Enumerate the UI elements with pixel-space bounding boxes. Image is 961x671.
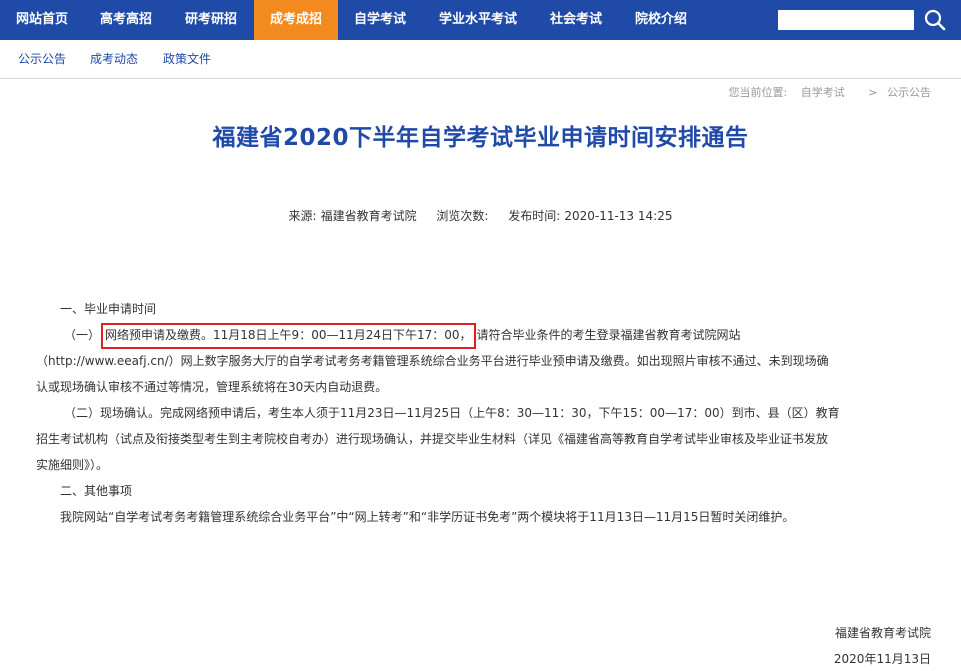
item2-line3: 实施细则》）。: [36, 458, 109, 472]
item1-line2: （http://www.eeafj.cn/）网上数字服务大厅的自学考试考务考籍管…: [36, 354, 829, 368]
published-value: 2020-11-13 14:25: [564, 209, 673, 223]
article-body: 一、毕业申请时间 （一） 网络预申请及缴费。11月18日上午9：00—11月24日…: [36, 296, 932, 530]
published-label: 发布时间:: [508, 209, 561, 223]
source-label: 来源:: [288, 209, 317, 223]
views-label: 浏览次数:: [436, 209, 489, 223]
nav-item-gaokao[interactable]: 高考高招: [84, 0, 168, 40]
search-input[interactable]: [778, 10, 914, 30]
item2-line1: （二）现场确认。完成网络预申请后，考生本人须于11月23日—11月25日（上午8…: [64, 406, 840, 420]
item1-line1: （一） 网络预申请及缴费。11月18日上午9：00—11月24日下午17：00，请…: [36, 322, 932, 349]
item1-rest: 请符合毕业条件的考生登录福建省教育考试院网站: [476, 328, 741, 342]
section1-heading: 一、毕业申请时间: [60, 302, 157, 316]
subnav-item-news[interactable]: 成考动态: [90, 40, 138, 78]
nav-item-shehui[interactable]: 社会考试: [534, 0, 618, 40]
item2-line2: 招生考试机构（试点及衔接类型考生到主考院校自考办）进行现场确认，并提交毕业生材料…: [36, 432, 829, 446]
search-button[interactable]: [922, 8, 948, 32]
breadcrumb: 您当前位置: 自学考试 > 公示公告: [723, 84, 931, 100]
sub-navigation-bar: 公示公告 成考动态 政策文件: [0, 40, 961, 79]
nav-item-yuanxiao[interactable]: 院校介绍: [618, 0, 704, 40]
signature-date: 2020年11月13日: [833, 652, 931, 666]
nav-item-home[interactable]: 网站首页: [0, 0, 84, 40]
subnav-item-policy[interactable]: 政策文件: [163, 40, 211, 78]
highlighted-time-range: 网络预申请及缴费。11月18日上午9：00—11月24日下午17：00，: [101, 322, 476, 349]
item1-line3: 认或现场确认审核不通过等情况，管理系统将在30天内自动退费。: [36, 380, 388, 394]
section2-text: 我院网站“自学考试考务考籍管理系统综合业务平台”中“网上转考”和“非学历证书免考…: [60, 510, 795, 524]
nav-item-xueye[interactable]: 学业水平考试: [422, 0, 534, 40]
breadcrumb-separator: >: [868, 86, 878, 99]
item1-prefix: （一）: [64, 328, 101, 342]
breadcrumb-prefix: 您当前位置:: [728, 86, 788, 99]
subnav-item-notices[interactable]: 公示公告: [18, 40, 66, 78]
nav-item-yankao[interactable]: 研考研招: [168, 0, 254, 40]
section2-heading: 二、其他事项: [60, 484, 133, 498]
breadcrumb-link-zixue[interactable]: 自学考试: [801, 86, 845, 99]
source-value: 福建省教育考试院: [320, 209, 417, 223]
breadcrumb-link-notices[interactable]: 公示公告: [887, 86, 931, 99]
nav-item-chengkao[interactable]: 成考成招: [254, 0, 338, 40]
top-navigation-bar: 网站首页 高考高招 研考研招 成考成招 自学考试 学业水平考试 社会考试 院校介…: [0, 0, 961, 40]
nav-item-zixue[interactable]: 自学考试: [338, 0, 422, 40]
article-meta: 来源: 福建省教育考试院 浏览次数: 发布时间: 2020-11-13 14:25: [0, 207, 961, 224]
signature-org: 福建省教育考试院: [834, 626, 931, 640]
search-icon: [924, 9, 946, 31]
page-title: 福建省2020下半年自学考试毕业申请时间安排通告: [212, 125, 749, 151]
